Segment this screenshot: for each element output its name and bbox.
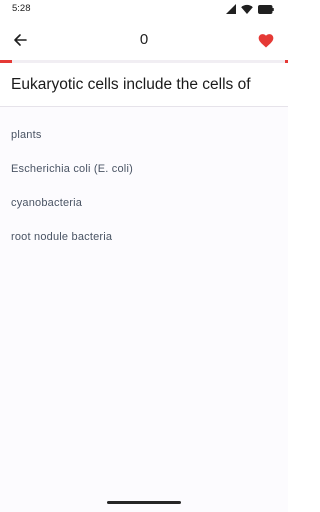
battery-icon [258, 4, 274, 14]
answer-option[interactable]: cyanobacteria [0, 186, 288, 220]
favorite-button[interactable] [254, 28, 278, 52]
wifi-icon [241, 4, 253, 14]
answer-option[interactable]: plants [0, 118, 288, 152]
status-bar: 5:28 [0, 0, 288, 20]
score-counter: 0 [139, 31, 149, 48]
status-time: 5:28 [12, 3, 31, 14]
status-icons [226, 3, 274, 15]
heart-icon [258, 33, 274, 47]
quiz-screen: 5:28 0 Eukaryotic cells include the cell… [0, 0, 288, 512]
app-bar: 0 [0, 20, 288, 60]
answer-options: plants Escherichia coli (E. coli) cyanob… [0, 118, 288, 254]
question-text: Eukaryotic cells include the cells of [11, 76, 251, 93]
answer-option[interactable]: Escherichia coli (E. coli) [0, 152, 288, 186]
gesture-handle[interactable] [107, 501, 181, 504]
answer-option[interactable]: root nodule bacteria [0, 220, 288, 254]
question-card: Eukaryotic cells include the cells of [0, 63, 288, 107]
signal-icon [226, 4, 236, 14]
